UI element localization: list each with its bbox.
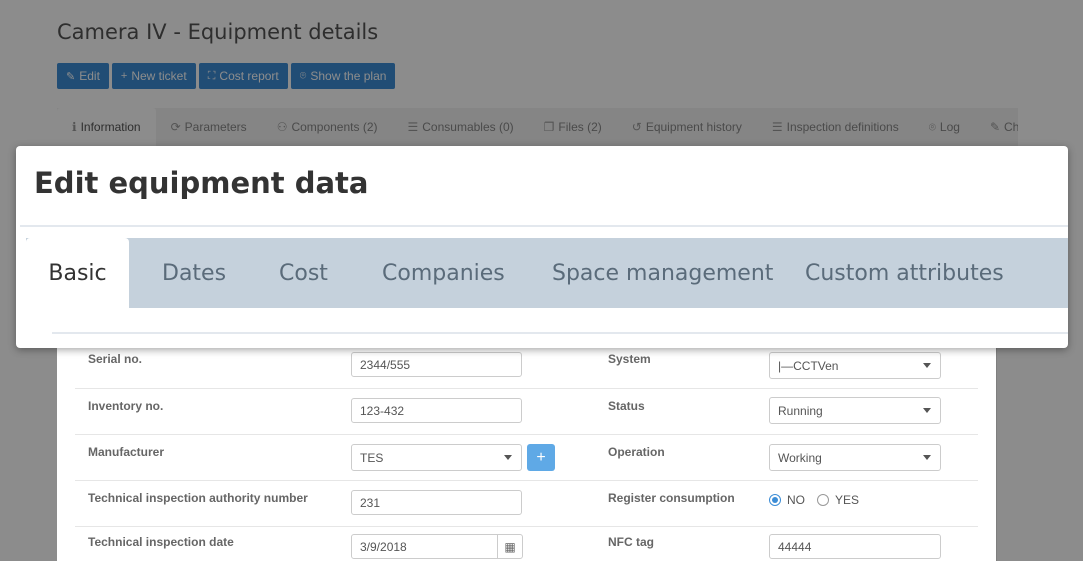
divider [52, 332, 1068, 334]
form-row: Inventory no. 123-432 Status Running [75, 389, 978, 435]
operation-label: Operation [608, 445, 665, 459]
tab-basic[interactable]: Basic [26, 238, 129, 308]
plus-icon: + [536, 448, 546, 466]
form-row: Technical inspection authority number 23… [75, 481, 978, 527]
status-select-value: Running [778, 403, 823, 418]
register-consumption-radio-group: NO YES [769, 493, 859, 507]
serial-no-label: Serial no. [88, 352, 143, 366]
inventory-no-label: Inventory no. [88, 399, 164, 413]
form-row: Technical inspection date 3/9/2018 ▦ NFC… [75, 525, 978, 561]
chevron-down-icon [504, 455, 512, 460]
nfc-tag-input[interactable]: 44444 [769, 534, 941, 559]
tech-authority-label: Technical inspection authority number [88, 491, 308, 505]
tech-authority-input[interactable]: 231 [351, 490, 522, 515]
inventory-no-input[interactable]: 123-432 [351, 398, 522, 423]
tab-companies[interactable]: Companies [382, 238, 505, 308]
status-select[interactable]: Running [769, 397, 941, 424]
operation-select-value: Working [778, 450, 822, 465]
form-row: Serial no. 2344/555 System |—CCTVen [75, 343, 978, 389]
modal-header-callout: Edit equipment data Basic Dates Cost Com… [16, 146, 1068, 348]
tech-date-input[interactable]: 3/9/2018 ▦ [351, 534, 523, 559]
nfc-tag-label: NFC tag [608, 535, 654, 549]
tab-space-management[interactable]: Space management [552, 238, 773, 308]
manufacturer-select-value: TES [360, 450, 384, 465]
modal-tabs: Basic Dates Cost Companies Space managem… [26, 238, 1068, 308]
system-label: System [608, 352, 651, 366]
chevron-down-icon [923, 455, 931, 460]
radio-yes[interactable] [817, 494, 829, 506]
tab-cost[interactable]: Cost [279, 238, 328, 308]
modal-title: Edit equipment data [34, 166, 369, 200]
operation-select[interactable]: Working [769, 444, 941, 471]
radio-no[interactable] [769, 494, 781, 506]
edit-equipment-form: Serial no. 2344/555 System |—CCTVen Inve… [57, 343, 996, 561]
serial-no-input[interactable]: 2344/555 [351, 352, 522, 377]
tech-date-label: Technical inspection date [88, 535, 234, 549]
chevron-down-icon [923, 363, 931, 368]
tab-custom-attributes[interactable]: Custom attributes [805, 238, 1004, 308]
radio-yes-label: YES [835, 493, 860, 507]
form-row: Manufacturer TES + Operation Working [75, 435, 978, 481]
divider [20, 225, 1068, 227]
manufacturer-label: Manufacturer [88, 445, 165, 459]
manufacturer-select[interactable]: TES [351, 444, 522, 471]
radio-no-label: NO [787, 493, 805, 507]
tab-dates[interactable]: Dates [162, 238, 226, 308]
chevron-down-icon [923, 408, 931, 413]
calendar-icon[interactable]: ▦ [497, 535, 522, 558]
status-label: Status [608, 399, 645, 413]
add-manufacturer-button[interactable]: + [527, 444, 555, 471]
system-select-value: |—CCTVen [778, 358, 839, 373]
tech-date-value: 3/9/2018 [360, 539, 407, 554]
system-select[interactable]: |—CCTVen [769, 352, 941, 379]
register-consumption-label: Register consumption [608, 491, 735, 505]
